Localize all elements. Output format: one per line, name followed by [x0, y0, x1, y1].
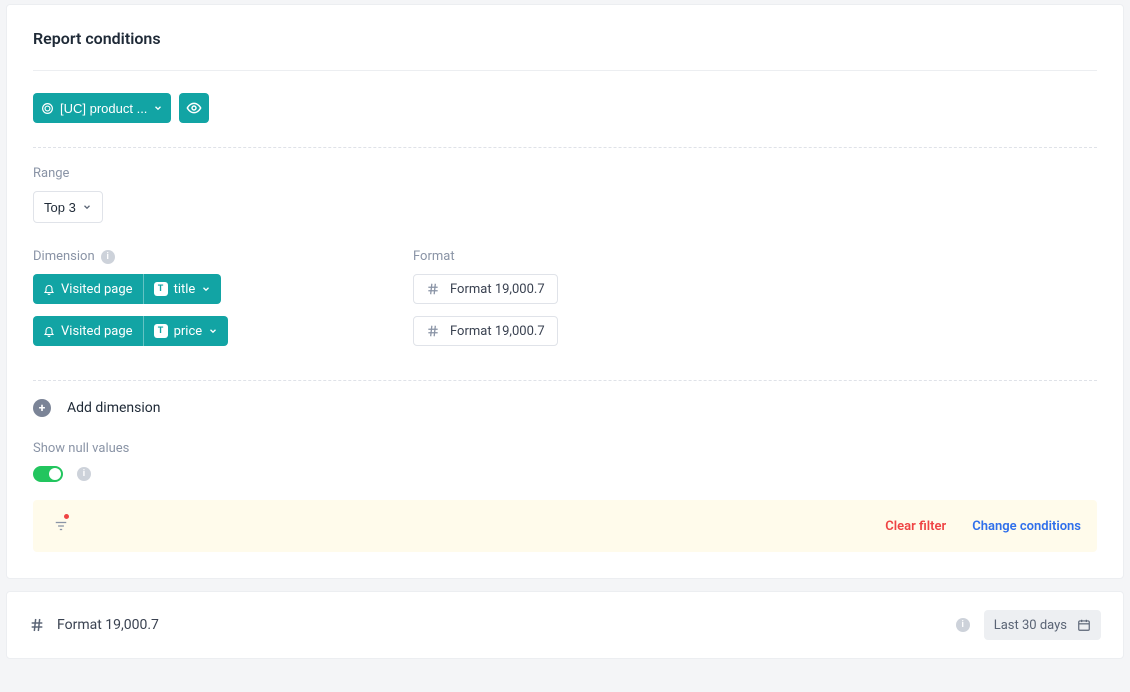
filter-active-dot-icon: [63, 513, 70, 520]
dimension-attr: title: [174, 282, 196, 297]
add-dimension-button[interactable]: + Add dimension: [33, 399, 1097, 417]
null-values-label: Show null values: [33, 441, 1097, 456]
type-badge-text-icon: T: [154, 282, 168, 296]
date-range-value: Last 30 days: [994, 618, 1067, 633]
divider: [33, 70, 1097, 71]
filter-bar: Clear filter Change conditions: [33, 500, 1097, 552]
segment-label: [UC] product ...: [60, 101, 147, 116]
dimension-label-text: Dimension: [33, 249, 95, 264]
target-icon: [41, 102, 54, 115]
dashed-divider: [33, 147, 1097, 148]
hash-icon: [426, 324, 440, 338]
dimension-event: Visited page: [61, 324, 133, 339]
segment-row: [UC] product ...: [33, 93, 1097, 123]
type-badge-text-icon: T: [154, 324, 168, 338]
dimension-event: Visited page: [61, 282, 133, 297]
chevron-down-icon: [208, 326, 218, 336]
bell-icon: [43, 325, 55, 337]
format-value: Format 19,000.7: [450, 324, 545, 339]
filter-icon: [53, 519, 69, 533]
plus-circle-icon: +: [33, 399, 51, 417]
null-values-toggle[interactable]: [33, 466, 63, 482]
filter-indicator: [49, 514, 73, 538]
segment-selector[interactable]: [UC] product ...: [33, 93, 171, 123]
dimension-attr: price: [174, 324, 203, 339]
bell-icon: [43, 283, 55, 295]
dimension-item-2[interactable]: Visited page T price: [33, 316, 228, 346]
range-label: Range: [33, 166, 1097, 181]
format-value: Format 19,000.7: [450, 282, 545, 297]
info-icon[interactable]: i: [77, 467, 91, 481]
date-range-select[interactable]: Last 30 days: [984, 610, 1101, 640]
clear-filter-button[interactable]: Clear filter: [885, 519, 946, 534]
info-icon[interactable]: i: [956, 618, 970, 632]
change-conditions-button[interactable]: Change conditions: [972, 519, 1081, 534]
footer-format-label: Format 19,000.7: [57, 617, 159, 633]
footer-bar: Format 19,000.7 i Last 30 days: [6, 591, 1124, 659]
format-item-2[interactable]: Format 19,000.7: [413, 316, 558, 346]
range-section: Range Top 3: [33, 166, 1097, 223]
format-item-1[interactable]: Format 19,000.7: [413, 274, 558, 304]
info-icon[interactable]: i: [101, 250, 115, 264]
report-conditions-card: Report conditions [UC] product ... Range…: [6, 4, 1124, 579]
eye-icon: [186, 100, 202, 116]
toggle-knob: [49, 468, 61, 480]
null-values-section: Show null values i: [33, 441, 1097, 482]
hash-icon: [29, 617, 45, 633]
hash-icon: [426, 282, 440, 296]
dimension-label: Dimension i: [33, 249, 353, 264]
format-label: Format: [413, 249, 558, 264]
chevron-down-icon: [153, 103, 163, 113]
dimension-format-section: Dimension i Visited page T title: [33, 249, 1097, 358]
chevron-down-icon: [82, 202, 92, 212]
range-value: Top 3: [44, 200, 76, 215]
preview-button[interactable]: [179, 93, 209, 123]
add-dimension-label: Add dimension: [67, 400, 160, 416]
page-title: Report conditions: [33, 29, 1097, 48]
calendar-icon: [1077, 618, 1091, 632]
dashed-divider: [33, 380, 1097, 381]
chevron-down-icon: [201, 284, 211, 294]
dimension-item-1[interactable]: Visited page T title: [33, 274, 221, 304]
range-select[interactable]: Top 3: [33, 191, 103, 223]
